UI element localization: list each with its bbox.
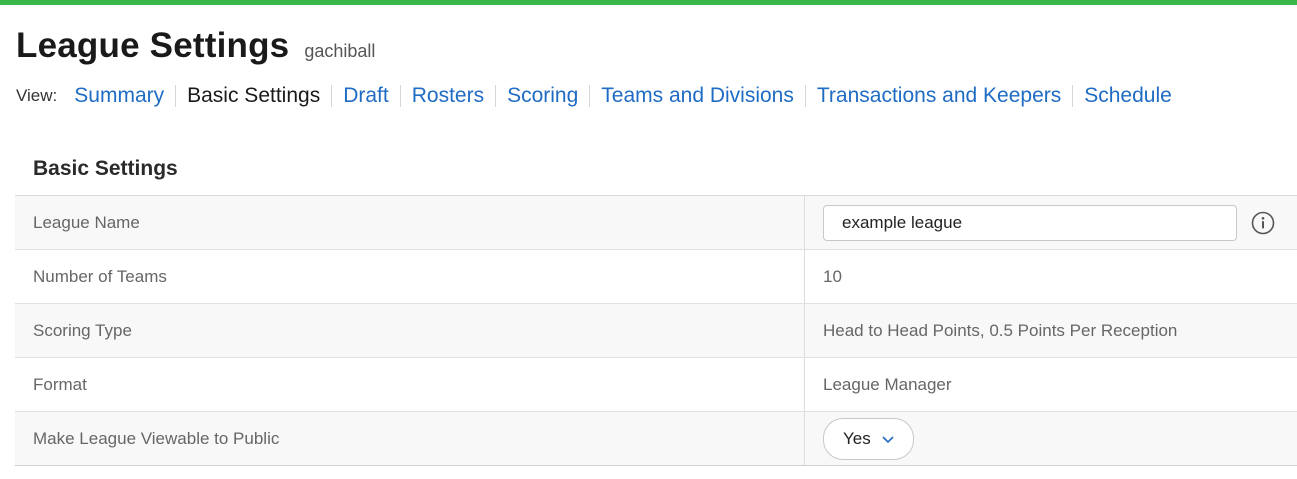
tab-transactions-and-keepers[interactable]: Transactions and Keepers <box>804 85 1072 107</box>
view-label: View: <box>16 86 58 105</box>
tab-schedule[interactable]: Schedule <box>1072 85 1183 107</box>
settings-row-format: Format League Manager <box>15 358 1297 412</box>
number-of-teams-value: 10 <box>823 266 842 286</box>
settings-row-public-viewable: Make League Viewable to Public Yes <box>15 412 1297 466</box>
settings-label: League Name <box>15 196 805 249</box>
tab-teams-and-divisions[interactable]: Teams and Divisions <box>589 85 805 107</box>
settings-label: Format <box>15 358 805 411</box>
settings-row-scoring-type: Scoring Type Head to Head Points, 0.5 Po… <box>15 304 1297 358</box>
view-nav: View: Summary Basic Settings Draft Roste… <box>16 84 1183 108</box>
settings-label: Make League Viewable to Public <box>15 412 805 465</box>
chevron-down-icon <box>882 435 894 443</box>
public-viewable-select[interactable]: Yes <box>823 417 914 460</box>
tab-scoring[interactable]: Scoring <box>495 85 589 107</box>
settings-row-league-name: League Name <box>15 196 1297 250</box>
league-name-input[interactable] <box>823 204 1237 241</box>
basic-settings-card: Basic Settings League Name Number of Tea… <box>15 142 1297 466</box>
page-header: League Settings gachiball <box>16 26 375 66</box>
info-circle-icon[interactable] <box>1251 211 1275 235</box>
tab-basic-settings[interactable]: Basic Settings <box>175 85 331 107</box>
settings-label: Number of Teams <box>15 250 805 303</box>
tab-draft[interactable]: Draft <box>331 85 400 107</box>
tab-summary[interactable]: Summary <box>63 85 175 107</box>
settings-value-cell: Yes <box>805 412 1297 465</box>
page-title: League Settings <box>16 26 290 65</box>
top-accent-bar <box>0 0 1297 5</box>
league-name-subtitle: gachiball <box>304 41 376 61</box>
select-value: Yes <box>843 428 871 448</box>
format-value: League Manager <box>823 374 952 394</box>
settings-label: Scoring Type <box>15 304 805 357</box>
settings-value-cell <box>805 196 1297 249</box>
tab-rosters[interactable]: Rosters <box>399 85 495 107</box>
scoring-type-value: Head to Head Points, 0.5 Points Per Rece… <box>823 320 1178 340</box>
settings-row-number-of-teams: Number of Teams 10 <box>15 250 1297 304</box>
section-title: Basic Settings <box>15 142 1297 196</box>
